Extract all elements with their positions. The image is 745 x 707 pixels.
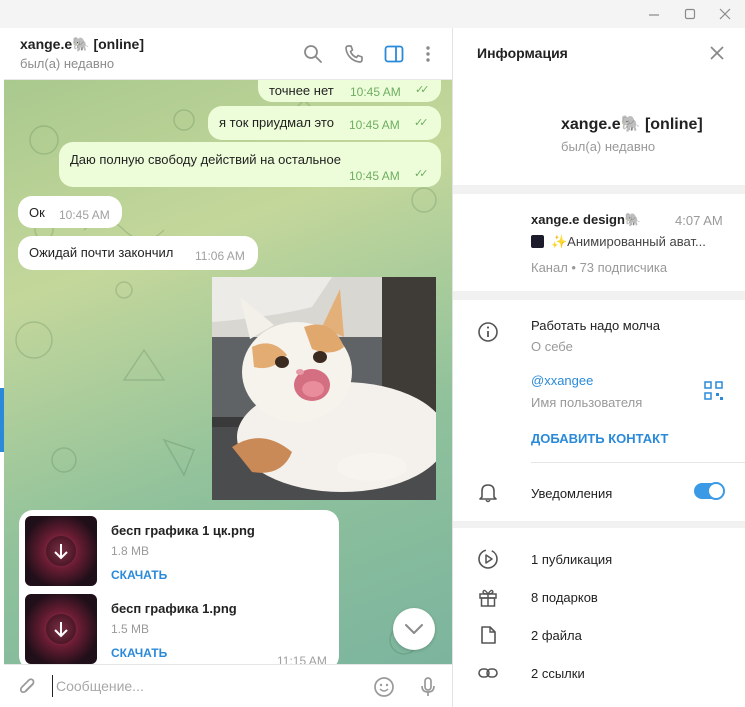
chevron-down-icon bbox=[405, 624, 423, 634]
message-text: точнее нет bbox=[269, 83, 334, 98]
close-icon[interactable] bbox=[705, 41, 729, 65]
download-icon[interactable] bbox=[46, 536, 76, 566]
message-input[interactable] bbox=[52, 675, 352, 697]
file-thumbnail[interactable] bbox=[25, 594, 97, 664]
channel-time: 4:07 AM bbox=[675, 213, 723, 228]
message-text: Ожидай почти закончил bbox=[29, 245, 174, 260]
profile-section: Информация xange.e🐘 [online] был(а) неда… bbox=[453, 28, 745, 185]
cat-image bbox=[212, 277, 436, 500]
download-icon[interactable] bbox=[46, 614, 76, 644]
phone-icon[interactable] bbox=[342, 42, 366, 66]
message-time: 10:45 AM bbox=[349, 118, 400, 132]
info-panel: Информация xange.e🐘 [online] был(а) неда… bbox=[452, 28, 745, 707]
cat-photo[interactable] bbox=[212, 277, 436, 500]
profile-status: был(а) недавно bbox=[561, 139, 656, 154]
chat-status: был(а) недавно bbox=[20, 56, 115, 71]
file-name: бесп графика 1 цк.png bbox=[111, 523, 255, 538]
profile-name: xange.e🐘 [online] bbox=[561, 116, 703, 133]
notifications-label: Уведомления bbox=[531, 486, 613, 501]
message-time: 10:45 AM bbox=[350, 85, 401, 99]
message-time: 10:45 AM bbox=[59, 208, 110, 222]
info-panel-title: Информация bbox=[477, 45, 568, 61]
title-bar bbox=[0, 0, 745, 28]
qr-code-icon[interactable] bbox=[703, 380, 725, 402]
file-group-bubble: бесп графика 1 цк.png 1.8 MB СКАЧАТЬ бес… bbox=[19, 510, 339, 664]
read-check-icon: ✓✓ bbox=[414, 168, 429, 180]
message-area[interactable]: точнее нет 10:45 AM ✓✓ я ток приудмал эт… bbox=[4, 80, 452, 664]
minimize-icon[interactable] bbox=[646, 6, 662, 22]
notifications-toggle[interactable] bbox=[694, 482, 725, 500]
maximize-icon[interactable] bbox=[682, 6, 698, 22]
emoji-icon[interactable] bbox=[372, 675, 396, 699]
message-bubble[interactable]: точнее нет 10:45 AM ✓✓ bbox=[258, 80, 441, 102]
stat-files[interactable]: 2 файла bbox=[531, 628, 582, 643]
message-time: 11:06 AM bbox=[195, 249, 245, 263]
read-check-icon: ✓✓ bbox=[414, 117, 429, 129]
message-bubble[interactable]: Даю полную свободу действий на остальное… bbox=[59, 142, 441, 187]
about-text[interactable]: Работать надо молча bbox=[531, 318, 660, 333]
channel-post-thumb-icon bbox=[531, 235, 544, 248]
search-icon[interactable] bbox=[301, 42, 325, 66]
file-name: бесп графика 1.png bbox=[111, 601, 237, 616]
username-label: Имя пользователя bbox=[531, 395, 643, 410]
add-contact-button[interactable]: ДОБАВИТЬ КОНТАКТ bbox=[531, 431, 668, 446]
close-icon[interactable] bbox=[717, 6, 733, 22]
username-value[interactable]: @xxangee bbox=[531, 373, 593, 388]
link-icon bbox=[477, 662, 499, 684]
telegram-window: xange.e🐘 [online] был(а) недавно точнее … bbox=[0, 0, 745, 707]
message-time: 10:45 AM bbox=[349, 169, 400, 183]
download-link[interactable]: СКАЧАТЬ bbox=[111, 646, 167, 660]
sidebar-toggle-icon[interactable] bbox=[382, 42, 406, 66]
channel-meta: Канал • 73 подписчика bbox=[531, 260, 668, 275]
play-circle-icon bbox=[477, 548, 499, 570]
file-thumbnail[interactable] bbox=[25, 516, 97, 586]
media-section: 1 публикация 8 подарков 2 файла 2 ссылки bbox=[453, 528, 745, 707]
channel-section[interactable]: xange.e design🐘 4:07 AM ✨Анимированный а… bbox=[453, 194, 745, 291]
message-bubble[interactable]: я ток приудмал это 10:45 AM ✓✓ bbox=[208, 106, 441, 140]
stat-posts[interactable]: 1 публикация bbox=[531, 552, 612, 567]
message-text: я ток приудмал это bbox=[219, 115, 334, 130]
about-label: О себе bbox=[531, 339, 573, 354]
channel-last-post: ✨Анимированный ават... bbox=[551, 234, 706, 249]
message-text: Ок bbox=[29, 205, 45, 220]
more-vertical-icon[interactable] bbox=[416, 42, 440, 66]
message-bubble[interactable]: Ок 10:45 AM bbox=[18, 196, 122, 228]
download-link[interactable]: СКАЧАТЬ bbox=[111, 568, 167, 582]
gift-icon bbox=[477, 586, 499, 608]
message-time: 11:15 AM bbox=[277, 654, 327, 664]
chat-title[interactable]: xange.e🐘 [online] bbox=[20, 36, 144, 53]
file-icon bbox=[477, 624, 499, 646]
chat-panel: xange.e🐘 [online] был(а) недавно точнее … bbox=[4, 28, 452, 707]
file-size: 1.5 MB bbox=[111, 622, 150, 636]
toggle-knob bbox=[707, 482, 725, 500]
chat-header[interactable]: xange.e🐘 [online] был(а) недавно bbox=[4, 28, 452, 80]
microphone-icon[interactable] bbox=[416, 675, 440, 699]
read-check-icon: ✓✓ bbox=[415, 84, 430, 96]
bell-icon bbox=[477, 481, 499, 503]
divider bbox=[531, 462, 745, 463]
message-composer bbox=[4, 664, 452, 707]
channel-name: xange.e design🐘 bbox=[531, 212, 642, 227]
stat-gifts[interactable]: 8 подарков bbox=[531, 590, 598, 605]
file-size: 1.8 MB bbox=[111, 544, 150, 558]
attach-icon[interactable] bbox=[16, 675, 40, 699]
stat-links[interactable]: 2 ссылки bbox=[531, 666, 585, 681]
message-bubble[interactable]: Ожидай почти закончил 11:06 AM bbox=[18, 236, 258, 270]
message-text: Даю полную свободу действий на остальное bbox=[70, 152, 341, 167]
scroll-down-button[interactable] bbox=[393, 608, 435, 650]
info-icon bbox=[477, 321, 499, 343]
